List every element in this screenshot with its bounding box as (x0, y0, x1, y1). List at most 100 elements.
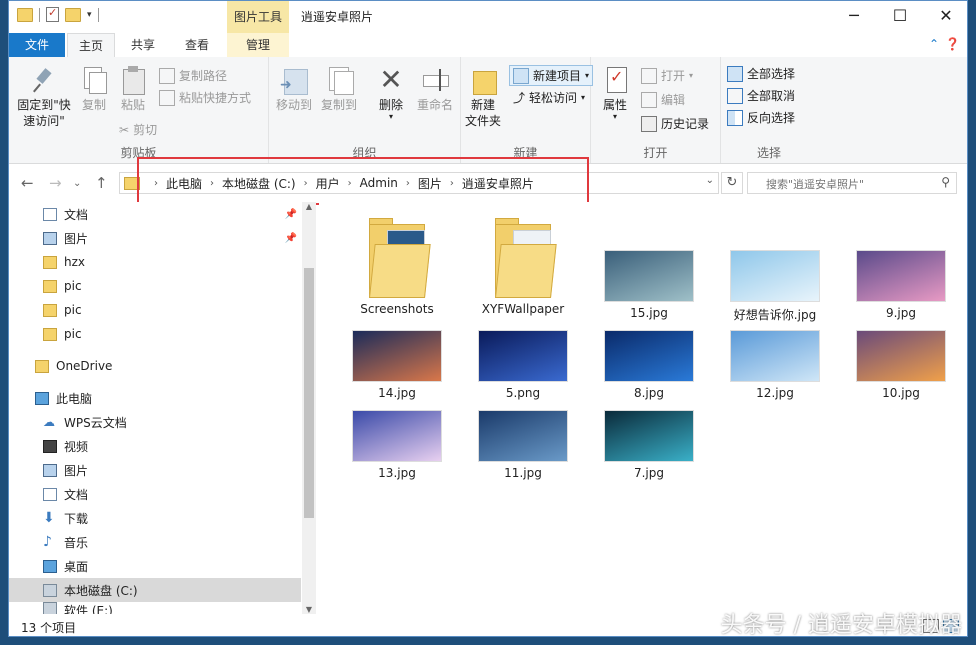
maximize-button[interactable]: ☐ (877, 1, 923, 31)
crumb-pictures[interactable]: 图片 (418, 175, 442, 192)
nav-item-pic[interactable]: pic (9, 274, 301, 298)
close-button[interactable]: ✕ (923, 1, 967, 31)
scroll-up-icon[interactable]: ▲ (302, 202, 316, 211)
folder-icon (43, 327, 57, 341)
folder-tile[interactable]: Screenshots (339, 218, 455, 316)
nav-item-wps-cloud[interactable]: ☁ WPS云文档 (9, 410, 301, 434)
address-bar-row: ← → ⌄ ↑ › 此电脑 › 本地磁盘 (C:) › 用户 › Admin ›… (9, 164, 967, 202)
chevron-right-icon[interactable]: › (348, 178, 352, 189)
image-thumbnail (352, 330, 442, 382)
edit-button[interactable]: 编辑 (641, 91, 685, 108)
image-tile[interactable]: 11.jpg (465, 410, 581, 480)
nav-item-pictures[interactable]: 图片 (9, 458, 301, 482)
search-input[interactable] (764, 174, 938, 194)
nav-item-videos[interactable]: 视频 (9, 434, 301, 458)
nav-item-music[interactable]: ♪ 音乐 (9, 530, 301, 554)
cut-button[interactable]: ✂ 剪切 (119, 121, 157, 138)
crumb-users[interactable]: 用户 (316, 175, 340, 192)
scissors-icon: ✂ (119, 122, 130, 137)
address-dropdown-chevron-icon[interactable]: ⌄ (706, 175, 714, 186)
image-tile[interactable]: 8.jpg (591, 330, 707, 400)
chevron-down-icon[interactable]: ▾ (87, 10, 92, 20)
minimize-button[interactable]: ─ (831, 1, 877, 31)
tab-share[interactable]: 共享 (119, 33, 167, 57)
tab-home[interactable]: 主页 (67, 33, 115, 57)
new-folder-icon[interactable] (65, 7, 81, 22)
address-bar[interactable]: › 此电脑 › 本地磁盘 (C:) › 用户 › Admin › 图片 › 逍遥… (119, 172, 719, 194)
paste-shortcut-button[interactable]: 粘贴快捷方式 (159, 89, 251, 106)
invert-selection-button[interactable]: 反向选择 (727, 109, 795, 126)
image-tile[interactable]: 7.jpg (591, 410, 707, 480)
image-thumbnail (604, 330, 694, 382)
image-tile[interactable]: 好想告诉你.jpg (717, 250, 833, 323)
image-tile[interactable]: 5.png (465, 330, 581, 400)
open-button[interactable]: 打开 ▾ (641, 67, 693, 84)
document-icon (43, 207, 57, 221)
delete-button[interactable]: ✕ 删除 ▾ (373, 65, 409, 121)
search-icon[interactable]: ⚲ (941, 175, 950, 189)
move-to-button[interactable]: ➜ 移动到 (273, 65, 315, 113)
help-icon[interactable]: ❓ (945, 37, 960, 51)
chevron-right-icon[interactable]: › (210, 178, 214, 189)
tab-manage[interactable]: 管理 (227, 33, 289, 57)
nav-item-downloads[interactable]: ⬇ 下载 (9, 506, 301, 530)
image-tile[interactable]: 15.jpg (591, 250, 707, 320)
refresh-button[interactable]: ↻ (721, 172, 743, 194)
paste-button[interactable]: 粘贴 (115, 65, 151, 113)
nav-item-local-disk-c[interactable]: 本地磁盘 (C:) (9, 578, 301, 602)
nav-item-hzx[interactable]: hzx (9, 250, 301, 274)
image-tile[interactable]: 9.jpg (843, 250, 959, 320)
music-icon: ♪ (43, 533, 52, 550)
collapse-ribbon-icon[interactable]: ⌃ (929, 37, 939, 51)
copy-button[interactable]: 复制 (77, 65, 111, 113)
new-folder-button[interactable]: 新建 文件夹 (463, 65, 503, 129)
back-arrow-icon[interactable]: ← (21, 174, 34, 192)
nav-item-onedrive[interactable]: OneDrive (9, 354, 301, 378)
nav-item-pic[interactable]: pic (9, 322, 301, 346)
easy-access-icon: ⤴ (513, 91, 526, 105)
rename-button[interactable]: 重命名 (413, 65, 457, 113)
scroll-down-icon[interactable]: ▼ (302, 605, 316, 614)
image-tile[interactable]: 10.jpg (843, 330, 959, 400)
folder-tile[interactable]: XYFWallpaper (465, 218, 581, 316)
crumb-this-pc[interactable]: 此电脑 (166, 175, 202, 192)
select-none-button[interactable]: 全部取消 (727, 87, 795, 104)
history-button[interactable]: 历史记录 (641, 115, 709, 132)
nav-item-documents[interactable]: 文档 📌 (9, 202, 301, 226)
tab-file[interactable]: 文件 (9, 33, 65, 57)
copy-path-button[interactable]: 复制路径 (159, 67, 227, 84)
nav-item-software-e[interactable]: 软件 (E:) (9, 602, 301, 614)
chevron-right-icon[interactable]: › (450, 178, 454, 189)
nav-item-desktop[interactable]: 桌面 (9, 554, 301, 578)
image-tile[interactable]: 12.jpg (717, 330, 833, 400)
tab-view[interactable]: 查看 (171, 33, 223, 57)
search-box[interactable]: ⚲ (747, 172, 957, 194)
nav-item-documents[interactable]: 文档 (9, 482, 301, 506)
new-item-button[interactable]: 新建项目 ▾ (509, 65, 594, 86)
video-icon (43, 439, 57, 453)
select-all-button[interactable]: 全部选择 (727, 65, 795, 82)
up-arrow-icon[interactable]: ↑ (95, 174, 108, 192)
nav-item-this-pc[interactable]: 此电脑 (9, 386, 301, 410)
picture-icon (43, 463, 57, 477)
image-tile[interactable]: 13.jpg (339, 410, 455, 480)
nav-scroll-thumb[interactable] (304, 268, 314, 518)
forward-arrow-icon[interactable]: → (49, 174, 62, 192)
properties-button[interactable]: ✓ 属性 ▾ (595, 65, 635, 121)
crumb-admin[interactable]: Admin (360, 176, 398, 190)
image-tile[interactable]: 14.jpg (339, 330, 455, 400)
nav-scrollbar[interactable]: ▲ ▼ (302, 202, 316, 614)
crumb-local-disk[interactable]: 本地磁盘 (C:) (222, 175, 296, 192)
copy-to-button[interactable]: 复制到 (317, 65, 361, 113)
recent-locations-chevron-icon[interactable]: ⌄ (73, 178, 81, 189)
easy-access-button[interactable]: ⤴ 轻松访问 ▾ (513, 89, 585, 106)
pin-quick-access-button[interactable]: 固定到"快 速访问" (13, 65, 75, 129)
new-group: 新建 文件夹 新建项目 ▾ ⤴ 轻松访问 ▾ 新建 (461, 57, 594, 163)
folder-icon[interactable] (17, 7, 33, 22)
nav-item-pic[interactable]: pic (9, 298, 301, 322)
chevron-right-icon[interactable]: › (406, 178, 410, 189)
crumb-current-folder[interactable]: 逍遥安卓照片 (462, 175, 534, 192)
nav-item-pictures[interactable]: 图片 📌 (9, 226, 301, 250)
chevron-right-icon[interactable]: › (304, 178, 308, 189)
properties-check-icon[interactable] (46, 6, 59, 22)
